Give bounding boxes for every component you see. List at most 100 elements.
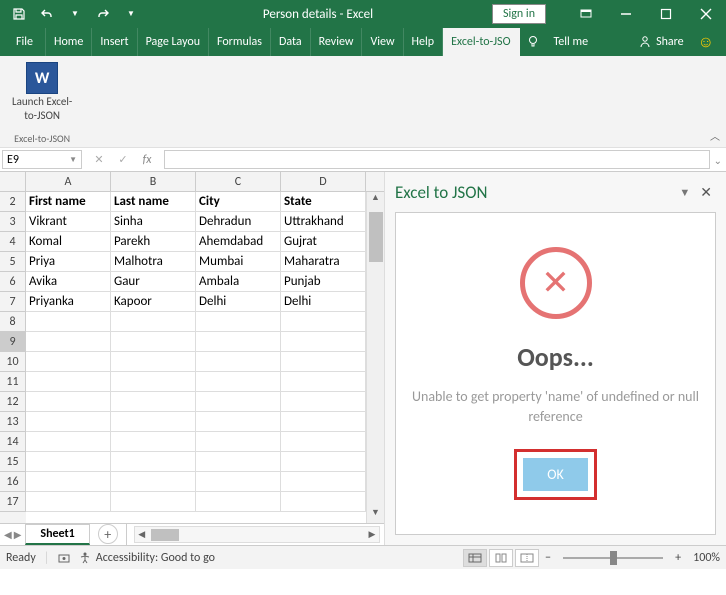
add-sheet-button[interactable]: + [98, 524, 118, 544]
cell[interactable]: Maharatra [281, 252, 366, 272]
view-pagelayout-button[interactable] [489, 549, 513, 567]
row-header[interactable]: 6 [0, 272, 26, 292]
macro-record-icon[interactable] [58, 552, 70, 564]
cell[interactable]: Priya [26, 252, 111, 272]
zoom-slider[interactable] [563, 557, 663, 559]
cell[interactable] [111, 452, 196, 472]
cell[interactable] [26, 452, 111, 472]
task-pane-close[interactable]: ✕ [696, 184, 716, 201]
ribbon-options-button[interactable] [566, 0, 606, 28]
cell[interactable] [196, 412, 281, 432]
share-button[interactable]: Share [638, 35, 684, 49]
cell[interactable] [26, 472, 111, 492]
cell[interactable] [26, 392, 111, 412]
ok-button[interactable]: OK [523, 458, 588, 491]
row-header[interactable]: 8 [0, 312, 26, 332]
view-pagebreak-button[interactable] [515, 549, 539, 567]
cell[interactable]: Kapoor [111, 292, 196, 312]
task-pane-menu[interactable]: ▼ [673, 186, 696, 199]
minimize-button[interactable] [606, 0, 646, 28]
close-button[interactable] [686, 0, 726, 28]
row-header[interactable]: 14 [0, 432, 26, 452]
sheet-tab-sheet1[interactable]: Sheet1 [25, 524, 89, 545]
column-header-c[interactable]: C [196, 172, 281, 191]
zoom-out-button[interactable]: − [541, 551, 555, 565]
cell[interactable] [281, 312, 366, 332]
cell[interactable] [281, 332, 366, 352]
zoom-in-button[interactable]: + [671, 551, 685, 565]
cell[interactable]: Malhotra [111, 252, 196, 272]
cell[interactable] [26, 372, 111, 392]
accessibility-status[interactable]: Accessibility: Good to go [78, 551, 215, 565]
column-header-b[interactable]: B [111, 172, 196, 191]
undo-dropdown[interactable]: ▼ [62, 3, 88, 25]
cell[interactable]: Sinha [111, 212, 196, 232]
cell[interactable] [111, 472, 196, 492]
tab-file[interactable]: File [4, 28, 46, 56]
cancel-formula-button[interactable]: ✕ [88, 151, 110, 169]
row-header[interactable]: 3 [0, 212, 26, 232]
cell[interactable] [111, 332, 196, 352]
cell[interactable] [196, 332, 281, 352]
tab-home[interactable]: Home [46, 28, 92, 56]
tab-view[interactable]: View [362, 28, 403, 56]
undo-button[interactable] [34, 3, 60, 25]
sheet-nav-next[interactable]: ▶ [14, 528, 22, 541]
cell[interactable] [281, 492, 366, 512]
cell[interactable]: Gaur [111, 272, 196, 292]
save-button[interactable] [6, 3, 32, 25]
cell[interactable] [281, 432, 366, 452]
column-header-d[interactable]: D [281, 172, 366, 191]
tab-insert[interactable]: Insert [92, 28, 137, 56]
enter-formula-button[interactable]: ✓ [112, 151, 134, 169]
vscroll-thumb[interactable] [369, 212, 383, 262]
redo-button[interactable] [90, 3, 116, 25]
tab-excel-to-json[interactable]: Excel-to-JSO [443, 28, 519, 56]
cell[interactable] [196, 452, 281, 472]
cell[interactable] [111, 412, 196, 432]
cell[interactable]: Delhi [196, 292, 281, 312]
select-all-corner[interactable] [0, 172, 26, 191]
cell[interactable] [111, 372, 196, 392]
row-header[interactable]: 15 [0, 452, 26, 472]
name-box[interactable]: E9 ▼ [2, 150, 82, 169]
cell[interactable] [281, 392, 366, 412]
tab-review[interactable]: Review [311, 28, 363, 56]
cell[interactable]: City [196, 192, 281, 212]
zoom-percent[interactable]: 100% [693, 551, 720, 565]
cell[interactable] [196, 432, 281, 452]
cell[interactable] [26, 492, 111, 512]
cell[interactable] [196, 352, 281, 372]
cell[interactable]: Gujrat [281, 232, 366, 252]
feedback-button[interactable]: ☺ [698, 33, 714, 52]
tab-page-layout[interactable]: Page Layou [138, 28, 209, 56]
row-header[interactable]: 17 [0, 492, 26, 512]
expand-formula-bar[interactable]: ⌄ [714, 154, 722, 167]
scroll-up-arrow[interactable]: ▲ [367, 192, 384, 208]
tell-me-search[interactable]: Tell me [546, 28, 597, 56]
row-header[interactable]: 9 [0, 332, 26, 352]
cell[interactable]: Last name [111, 192, 196, 212]
cell[interactable] [196, 372, 281, 392]
cell[interactable] [26, 332, 111, 352]
cell[interactable] [111, 432, 196, 452]
cell[interactable] [281, 352, 366, 372]
collapse-ribbon-button[interactable]: ︿ [710, 128, 720, 143]
cell[interactable] [281, 472, 366, 492]
sheet-nav-prev[interactable]: ◀ [4, 528, 12, 541]
cell[interactable]: Vikrant [26, 212, 111, 232]
cell[interactable]: Dehradun [196, 212, 281, 232]
scroll-right-arrow[interactable]: ▶ [365, 529, 379, 540]
cell[interactable] [111, 392, 196, 412]
row-header[interactable]: 12 [0, 392, 26, 412]
cell[interactable] [111, 352, 196, 372]
cell[interactable] [26, 312, 111, 332]
scroll-left-arrow[interactable]: ◀ [135, 529, 149, 540]
view-normal-button[interactable] [463, 549, 487, 567]
cell[interactable]: Avika [26, 272, 111, 292]
cell[interactable]: Komal [26, 232, 111, 252]
row-header[interactable]: 10 [0, 352, 26, 372]
row-header[interactable]: 5 [0, 252, 26, 272]
row-header[interactable]: 13 [0, 412, 26, 432]
cell[interactable]: Ahemdabad [196, 232, 281, 252]
